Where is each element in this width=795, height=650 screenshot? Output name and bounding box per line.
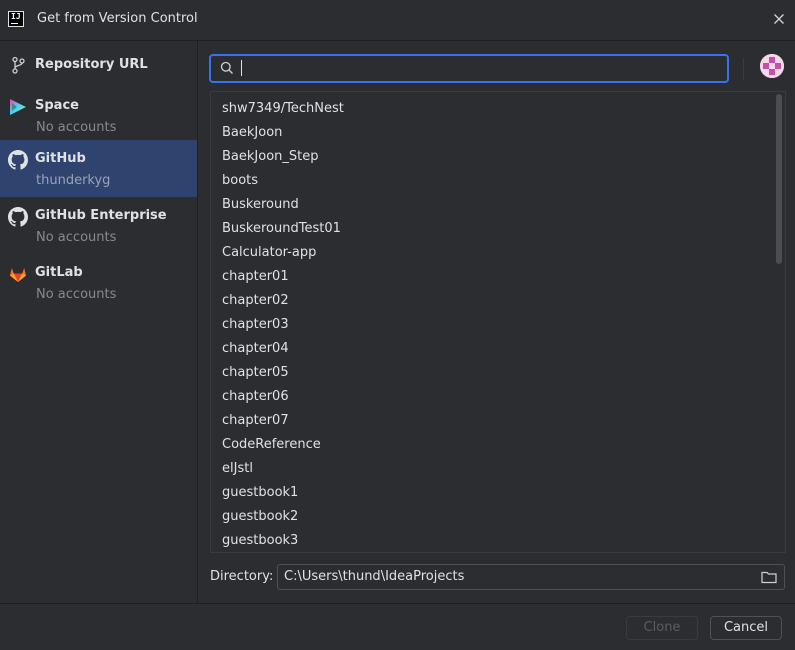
list-item[interactable]: guestbook1 <box>222 481 298 505</box>
list-item[interactable]: Buskeround <box>222 193 299 217</box>
sidebar-item-label: Space <box>35 98 79 113</box>
title-bar: IJ Get from Version Control <box>0 0 795 41</box>
list-item[interactable]: boots <box>222 169 258 193</box>
sidebar-item-repository-url[interactable]: Repository URL <box>0 43 197 87</box>
sidebar-item-label: Repository URL <box>35 57 148 72</box>
list-item[interactable]: guestbook2 <box>222 505 298 529</box>
list-item[interactable]: elJstl <box>222 457 253 481</box>
clone-button[interactable]: Clone <box>626 616 698 640</box>
list-scrollbar[interactable] <box>776 94 782 264</box>
dialog-footer: Clone Cancel <box>0 603 795 650</box>
gitlab-icon <box>10 268 26 282</box>
list-item[interactable]: guestbook3 <box>222 529 298 552</box>
sidebar-item-account: No accounts <box>36 120 117 135</box>
list-item[interactable]: chapter01 <box>222 265 289 289</box>
list-item[interactable]: chapter07 <box>222 409 289 433</box>
list-item[interactable]: chapter03 <box>222 313 289 337</box>
space-logo-icon <box>10 99 26 115</box>
list-item[interactable]: BuskeroundTest01 <box>222 217 341 241</box>
sidebar-item-label: GitHub <box>35 151 86 166</box>
search-icon <box>220 61 233 74</box>
list-item[interactable]: chapter05 <box>222 361 289 385</box>
sidebar-item-account: thunderkyg <box>36 173 111 188</box>
search-field[interactable] <box>209 54 729 83</box>
sidebar-item-account: No accounts <box>36 230 117 245</box>
folder-icon[interactable] <box>761 570 777 584</box>
sidebar-item-label: GitLab <box>35 265 83 280</box>
identicon-icon <box>760 54 784 78</box>
list-item[interactable]: BaekJoon <box>222 121 282 145</box>
text-caret <box>241 60 242 76</box>
list-item[interactable]: chapter02 <box>222 289 289 313</box>
list-item[interactable]: BaekJoon_Step <box>222 145 319 169</box>
search-input[interactable] <box>245 58 719 80</box>
list-item[interactable]: Calculator-app <box>222 241 316 265</box>
list-item[interactable]: chapter06 <box>222 385 289 409</box>
list-item[interactable]: CodeReference <box>222 433 321 457</box>
sidebar-item-gitlab[interactable]: GitLab No accounts <box>0 254 197 311</box>
directory-label: Directory: <box>210 569 274 584</box>
directory-field[interactable]: C:\Users\thund\IdeaProjects <box>277 564 785 590</box>
cancel-button[interactable]: Cancel <box>710 616 782 640</box>
source-sidebar: Repository URL Space No accounts GitHub … <box>0 41 198 603</box>
list-item[interactable]: chapter04 <box>222 337 289 361</box>
sidebar-item-github-enterprise[interactable]: GitHub Enterprise No accounts <box>0 197 197 254</box>
sidebar-item-label: GitHub Enterprise <box>35 208 167 223</box>
vcs-branch-icon <box>12 56 25 74</box>
sidebar-item-space[interactable]: Space No accounts <box>0 87 197 144</box>
github-icon <box>8 207 28 227</box>
sidebar-item-account: No accounts <box>36 287 117 302</box>
sidebar-item-github[interactable]: GitHub thunderkyg <box>0 140 197 197</box>
github-icon <box>8 150 28 170</box>
main-panel: shw7349/TechNest BaekJoon BaekJoon_Step … <box>198 41 795 603</box>
repository-list[interactable]: shw7349/TechNest BaekJoon BaekJoon_Step … <box>210 91 786 553</box>
toolbar-separator <box>743 58 744 80</box>
directory-value[interactable]: C:\Users\thund\IdeaProjects <box>284 569 464 584</box>
list-item[interactable]: shw7349/TechNest <box>222 97 344 121</box>
window-title: Get from Version Control <box>37 11 198 26</box>
intellij-app-icon: IJ <box>8 11 24 27</box>
close-icon[interactable] <box>771 11 787 27</box>
account-avatar[interactable] <box>760 54 784 78</box>
